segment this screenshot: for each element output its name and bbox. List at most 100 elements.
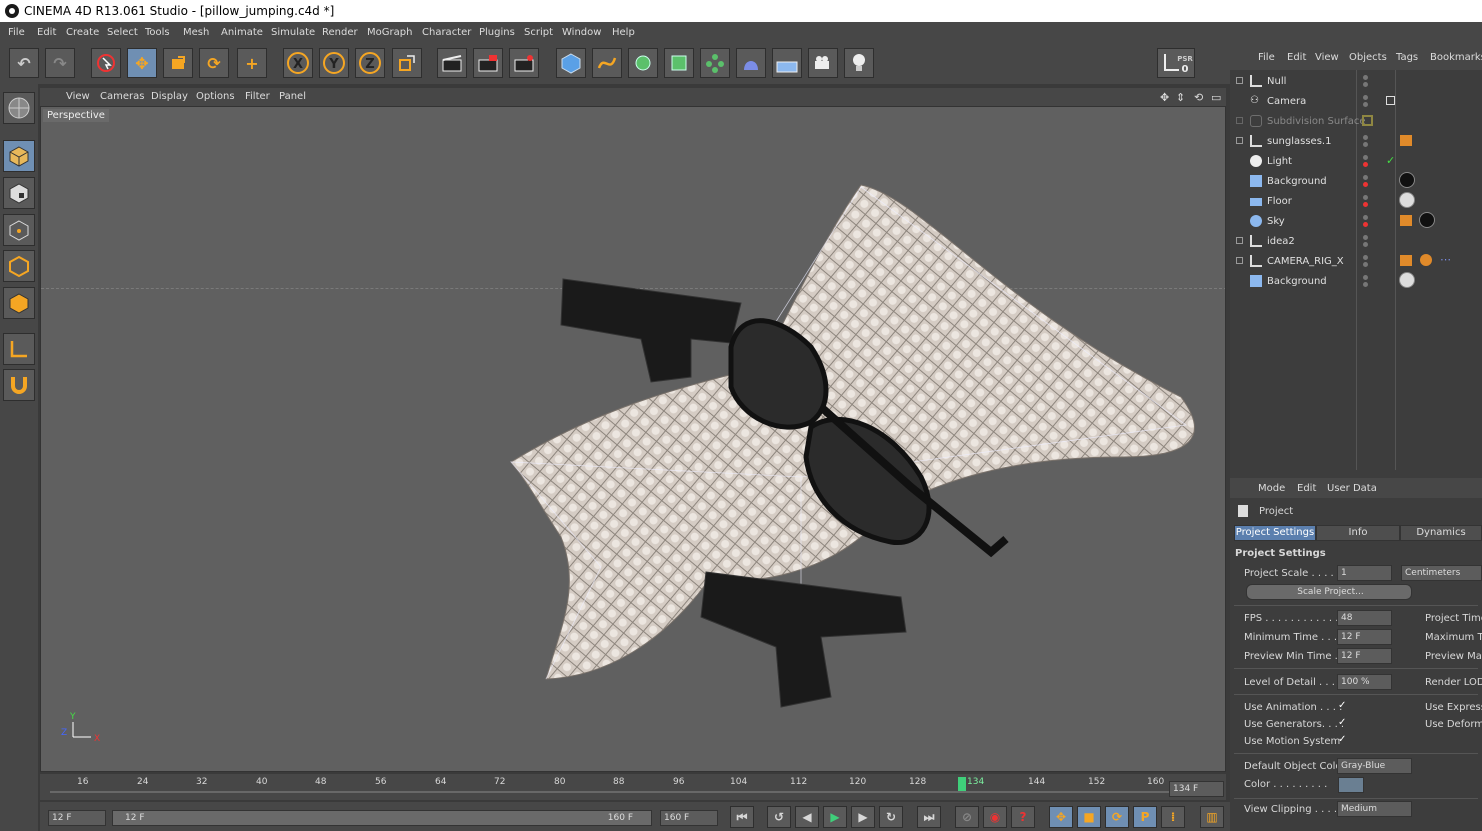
- menu-help[interactable]: Help: [612, 27, 635, 38]
- object-row-idea2[interactable]: idea2: [1230, 231, 1482, 251]
- objects-menu-bookmarks[interactable]: Bookmarks: [1430, 52, 1482, 63]
- add-tool-button[interactable]: +: [237, 48, 267, 78]
- add-light-button[interactable]: [844, 48, 874, 78]
- object-row-sunglasses[interactable]: sunglasses.1: [1230, 131, 1482, 151]
- perspective-viewport[interactable]: Perspective Y X Z: [40, 106, 1226, 772]
- material-tag-icon[interactable]: [1399, 192, 1415, 208]
- protection-tag-icon[interactable]: [1420, 254, 1432, 266]
- texture-tag-icon[interactable]: [1400, 215, 1412, 226]
- add-generator-button[interactable]: [628, 48, 658, 78]
- viewport-dolly-icon[interactable]: ⇕: [1176, 91, 1185, 104]
- viewport-move-icon[interactable]: ✥: [1160, 91, 1169, 104]
- undo-button[interactable]: ↶: [9, 48, 39, 78]
- project-scale-input[interactable]: 1: [1337, 565, 1392, 581]
- material-tag-icon[interactable]: [1399, 272, 1415, 288]
- viewport-maximize-icon[interactable]: ▭: [1211, 91, 1221, 104]
- tab-dynamics[interactable]: Dynamics: [1400, 525, 1482, 541]
- viewport-menu-panel[interactable]: Panel: [279, 91, 306, 102]
- attributes-menu-user-data[interactable]: User Data: [1327, 483, 1377, 494]
- autokey-button[interactable]: ◉: [983, 806, 1007, 828]
- keyframe-selection-button[interactable]: ?: [1011, 806, 1035, 828]
- scale-project-button[interactable]: Scale Project...: [1246, 584, 1412, 600]
- xpresso-tag-icon[interactable]: [1400, 255, 1412, 266]
- goto-start-button[interactable]: ⏮: [730, 806, 754, 828]
- fps-input[interactable]: 48: [1337, 610, 1392, 626]
- menu-create[interactable]: Create: [66, 27, 99, 38]
- color-swatch[interactable]: [1338, 777, 1364, 793]
- object-row-light[interactable]: Light ✓: [1230, 151, 1482, 171]
- menu-plugins[interactable]: Plugins: [479, 27, 515, 38]
- object-row-subdivision-surface[interactable]: Subdivision Surface: [1230, 111, 1482, 131]
- viewport-rotate-icon[interactable]: ⟲: [1194, 91, 1203, 104]
- expand-toggle[interactable]: [1236, 77, 1243, 84]
- axis-mode-button[interactable]: [3, 333, 35, 365]
- key-rotation-button[interactable]: ⟳: [1105, 806, 1129, 828]
- attributes-menu-mode[interactable]: Mode: [1258, 483, 1285, 494]
- menu-render[interactable]: Render: [322, 27, 358, 38]
- menu-file[interactable]: File: [8, 27, 25, 38]
- start-frame-field[interactable]: 12 F: [48, 810, 106, 826]
- add-spline-button[interactable]: [592, 48, 622, 78]
- viewport-menu-view[interactable]: View: [66, 91, 90, 102]
- objects-menu-tags[interactable]: Tags: [1396, 52, 1418, 63]
- object-row-sky[interactable]: Sky: [1230, 211, 1482, 231]
- render-picture-viewer-button[interactable]: [473, 48, 503, 78]
- viewport-menu-filter[interactable]: Filter: [245, 91, 270, 102]
- key-position-button[interactable]: ✥: [1049, 806, 1073, 828]
- camera-target-tag-icon[interactable]: [1386, 96, 1395, 105]
- viewport-menu-display[interactable]: Display: [151, 91, 188, 102]
- menu-simulate[interactable]: Simulate: [271, 27, 315, 38]
- y-axis-button[interactable]: Y: [319, 48, 349, 78]
- rotate-tool-button[interactable]: ⟳: [199, 48, 229, 78]
- goto-end-button[interactable]: ⏭: [917, 806, 941, 828]
- next-frame-button[interactable]: ▶: [851, 806, 875, 828]
- add-camera-button[interactable]: [808, 48, 838, 78]
- render-view-button[interactable]: [437, 48, 467, 78]
- preview-min-input[interactable]: 12 F: [1337, 648, 1392, 664]
- next-key-button[interactable]: ↻: [879, 806, 903, 828]
- enabled-check-icon[interactable]: ✓: [1386, 154, 1395, 167]
- menu-character[interactable]: Character: [422, 27, 471, 38]
- timeline-ruler[interactable]: 16 24 32 40 48 56 64 72 80 88 96 104 112…: [40, 774, 1226, 800]
- previous-key-button[interactable]: ↺: [767, 806, 791, 828]
- objects-menu-edit[interactable]: Edit: [1287, 52, 1306, 63]
- object-row-camera-rig[interactable]: CAMERA_RIG_X ⋯: [1230, 251, 1482, 271]
- key-parameter-button[interactable]: P: [1133, 806, 1157, 828]
- add-deformer-button[interactable]: [736, 48, 766, 78]
- add-mograph-button[interactable]: [700, 48, 730, 78]
- current-frame-field[interactable]: 134 F: [1169, 781, 1224, 797]
- layer-color-icon[interactable]: [1362, 115, 1373, 126]
- make-editable-button[interactable]: [3, 92, 35, 124]
- play-button[interactable]: ▶: [823, 806, 847, 828]
- object-row-camera[interactable]: ⚇ Camera: [1230, 91, 1482, 111]
- gun-lower-model[interactable]: [700, 571, 907, 708]
- record-keys-button[interactable]: ⊘: [955, 806, 979, 828]
- expand-toggle[interactable]: [1236, 137, 1243, 144]
- menu-tools[interactable]: Tools: [145, 27, 170, 38]
- default-color-select[interactable]: Gray-Blue: [1337, 758, 1412, 774]
- object-row-null[interactable]: Null: [1230, 71, 1482, 91]
- project-scale-unit-select[interactable]: Centimeters: [1401, 565, 1482, 581]
- objects-menu-objects[interactable]: Objects: [1349, 52, 1387, 63]
- menu-script[interactable]: Script: [524, 27, 553, 38]
- move-tool-button[interactable]: ✥: [127, 48, 157, 78]
- add-array-button[interactable]: [664, 48, 694, 78]
- use-generators-checkbox[interactable]: ✓: [1338, 718, 1348, 728]
- expand-toggle[interactable]: [1236, 237, 1243, 244]
- tab-project-settings[interactable]: Project Settings: [1234, 525, 1316, 541]
- menu-mesh[interactable]: Mesh: [183, 27, 209, 38]
- viewport-menu-cameras[interactable]: Cameras: [100, 91, 144, 102]
- points-mode-button[interactable]: [3, 214, 35, 246]
- objects-menu-view[interactable]: View: [1315, 52, 1339, 63]
- material-tag-icon[interactable]: [1399, 172, 1415, 188]
- menu-animate[interactable]: Animate: [221, 27, 263, 38]
- previous-frame-button[interactable]: ◀: [795, 806, 819, 828]
- render-settings-button[interactable]: [509, 48, 539, 78]
- key-scale-button[interactable]: ■: [1077, 806, 1101, 828]
- object-row-background[interactable]: Background: [1230, 171, 1482, 191]
- gun-upper-model[interactable]: [560, 278, 742, 383]
- lod-input[interactable]: 100 %: [1337, 674, 1392, 690]
- menu-mograph[interactable]: MoGraph: [367, 27, 412, 38]
- redo-button[interactable]: ↷: [45, 48, 75, 78]
- use-motion-checkbox[interactable]: ✓: [1338, 735, 1348, 745]
